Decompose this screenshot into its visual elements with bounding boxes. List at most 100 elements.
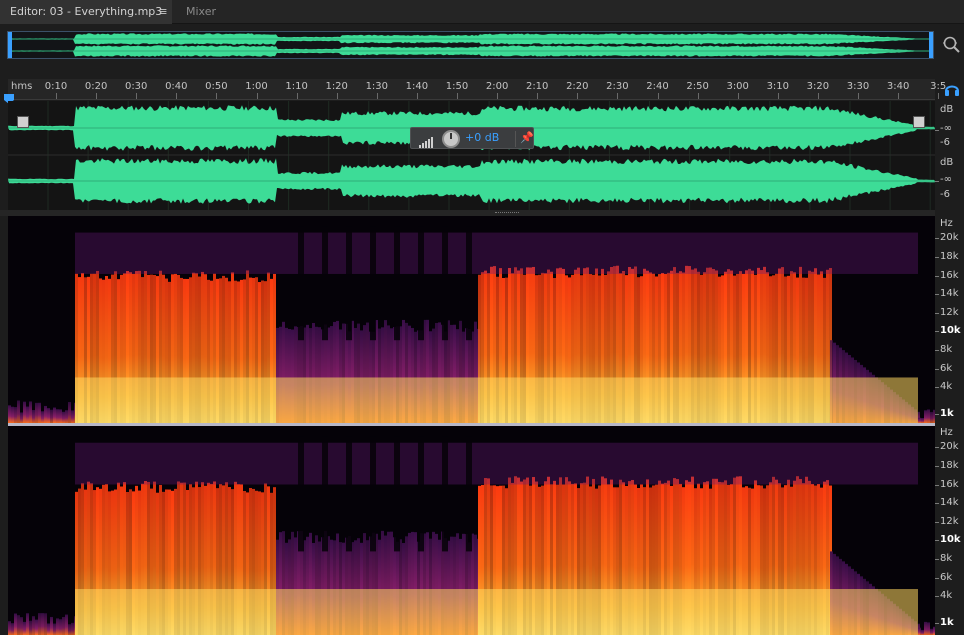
freq-tick xyxy=(935,447,939,448)
zoom-icon[interactable] xyxy=(942,35,962,55)
ruler-tick xyxy=(657,93,659,99)
freq-label: 14k xyxy=(940,288,959,299)
freq-label: 6k xyxy=(940,572,953,583)
ruler-tick xyxy=(898,93,900,99)
freq-tick xyxy=(935,238,939,239)
ruler-tick xyxy=(537,93,539,99)
tab-bar: Editor: 03 - Everything.mp3 ≡ Mixer xyxy=(0,0,964,24)
headphones-icon[interactable] xyxy=(944,81,960,97)
freq-tick xyxy=(935,369,939,370)
panel-menu-icon[interactable]: ≡ xyxy=(157,0,169,24)
volume-meter-icon[interactable] xyxy=(419,133,435,148)
tab-mixer[interactable]: Mixer xyxy=(176,0,246,24)
freq-tick xyxy=(935,559,939,560)
ruler-tick xyxy=(858,93,859,99)
freq-label: 4k xyxy=(940,590,953,601)
playhead-icon[interactable] xyxy=(3,90,15,104)
freq-tick xyxy=(935,522,939,523)
freq-tick xyxy=(935,503,939,504)
spectrogram xyxy=(8,226,935,635)
ruler-label: 2:20 xyxy=(566,81,589,92)
freq-tick xyxy=(935,331,939,332)
amp-bottom-inf: -∞ xyxy=(940,174,952,185)
ruler-tick xyxy=(817,93,819,99)
freq-label: 8k xyxy=(940,344,953,355)
tab-mixer-label: Mixer xyxy=(186,5,217,18)
ruler-label: 2:50 xyxy=(686,81,709,92)
freq-label: 16k xyxy=(940,479,959,490)
ruler-label: 3:20 xyxy=(806,81,830,92)
ruler-tick xyxy=(697,93,699,99)
ruler-tick xyxy=(617,93,619,99)
freq-label: 14k xyxy=(940,497,959,508)
ruler-label: 1:20 xyxy=(325,81,348,92)
ruler-tick xyxy=(737,93,739,99)
freq-label: Hz xyxy=(940,427,953,438)
amplitude-axis: dB -∞ -6 dB -∞ -6 xyxy=(935,101,964,210)
frequency-axis: Hz 20k 18k 16k 14k 12k 10k 8k 6k 4k 1k Hz 20k 18k 16k 1… xyxy=(935,216,964,635)
ruler-label: 3:30 xyxy=(846,81,870,92)
freq-label: 12k xyxy=(940,516,959,527)
ruler-label: 2:40 xyxy=(646,81,669,92)
spectral-frequency-display[interactable] xyxy=(8,216,935,635)
freq-tick xyxy=(935,313,939,314)
pin-icon[interactable]: 📌 xyxy=(520,131,534,144)
ruler-tick xyxy=(136,93,138,99)
freq-label: 20k xyxy=(940,441,959,452)
ruler-label: 2:10 xyxy=(525,81,549,92)
ruler-label: 1:50 xyxy=(445,81,469,92)
ruler-tick xyxy=(256,93,258,99)
ruler-tick xyxy=(96,93,98,99)
time-ruler[interactable]: hms 0:10 0:20 0:30 0:40 0:50 1:00 1:10 1:20 1:30… xyxy=(8,79,946,100)
ruler-label: 1:10 xyxy=(285,81,308,92)
freq-tick xyxy=(935,623,939,624)
volume-knob[interactable] xyxy=(442,130,460,148)
fade-in-handle[interactable] xyxy=(17,116,29,128)
freq-tick xyxy=(935,350,939,351)
ruler-label: 0:20 xyxy=(84,81,108,92)
freq-tick xyxy=(935,387,939,388)
hud-volume-control: +0 dB 📌 xyxy=(410,127,534,149)
ruler-tick xyxy=(497,93,499,99)
freq-tick xyxy=(935,414,939,415)
freq-label: Hz xyxy=(940,218,953,229)
freq-label: 6k xyxy=(940,363,953,374)
ruler-tick xyxy=(176,93,178,99)
ruler-label: 3:10 xyxy=(766,81,790,92)
ruler-label: 0:50 xyxy=(205,81,228,92)
amp-bottom-minus6: -6 xyxy=(940,189,950,200)
hud-volume-value[interactable]: +0 dB xyxy=(465,131,499,144)
freq-tick xyxy=(935,257,939,258)
ruler-tick xyxy=(938,93,940,99)
ruler-label: 0:10 xyxy=(44,81,68,92)
freq-label: 8k xyxy=(940,553,953,564)
ruler-tick xyxy=(296,93,298,99)
waveform-display[interactable] xyxy=(8,101,935,210)
ruler-tick xyxy=(777,93,779,99)
ruler-tick xyxy=(416,93,418,99)
amp-top-inf: -∞ xyxy=(940,123,952,134)
fade-out-handle[interactable] xyxy=(913,116,925,128)
hud-separator xyxy=(515,131,516,147)
ruler-label: 2:00 xyxy=(485,81,509,92)
ruler-tick xyxy=(457,93,458,99)
freq-label: 10k xyxy=(940,534,961,545)
ruler-label: 3:00 xyxy=(726,81,749,92)
freq-label: 20k xyxy=(940,232,959,243)
overview-waveform xyxy=(8,32,933,58)
ruler-label: 1:30 xyxy=(365,81,389,92)
ruler-tick xyxy=(56,93,57,99)
amp-top-minus6: -6 xyxy=(940,137,950,148)
ruler-label: 1:00 xyxy=(245,81,268,92)
freq-tick xyxy=(935,596,939,597)
ruler-label: 0:30 xyxy=(124,81,148,92)
freq-label: 10k xyxy=(940,325,961,336)
ruler-label: 1:40 xyxy=(405,81,429,92)
freq-tick xyxy=(935,540,939,541)
freq-tick xyxy=(935,485,939,486)
freq-tick xyxy=(935,294,939,295)
tab-editor[interactable]: Editor: 03 - Everything.mp3 xyxy=(0,0,172,24)
ruler-tick xyxy=(216,93,218,99)
overview-navigator[interactable] xyxy=(7,31,934,59)
ruler-tick xyxy=(376,93,378,99)
